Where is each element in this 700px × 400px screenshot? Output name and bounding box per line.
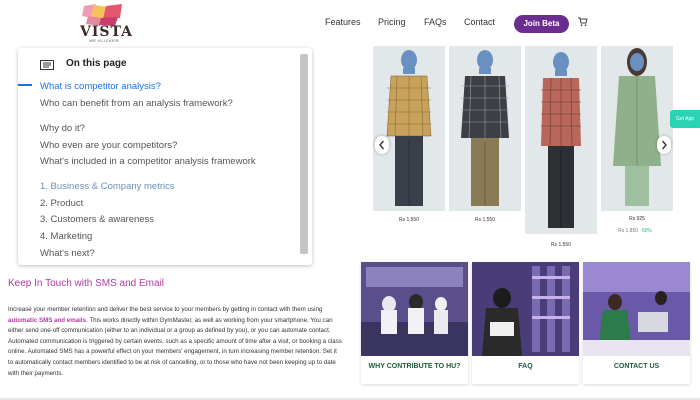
toc-item-marketing[interactable]: 4. Marketing [40, 232, 285, 242]
card-faq[interactable]: FAQ [472, 262, 579, 384]
nav-features[interactable]: Features [325, 17, 361, 27]
product-card[interactable] [525, 46, 597, 234]
old-price: Rs 1,850 [618, 228, 639, 234]
list-icon [40, 60, 54, 70]
product-price: Rs 1,550 [550, 242, 571, 248]
toc-item-product[interactable]: 2. Product [40, 199, 285, 209]
product-image [601, 46, 673, 211]
product-card[interactable] [449, 46, 521, 211]
product-price: Rs 925 [629, 216, 645, 222]
body-text: Increase your member retention and deliv… [8, 306, 323, 313]
site-header: VISTA WE KLICKER Features Pricing FAQs C… [0, 0, 700, 48]
product-price: Rs 1,550 [474, 217, 495, 223]
logo-subtext: WE KLICKER [89, 38, 119, 43]
toc-item-customers[interactable]: 3. Customers & awareness [40, 215, 285, 225]
toc-active-indicator [18, 84, 32, 86]
library-image [472, 262, 579, 356]
chevron-right-icon [661, 140, 667, 150]
vista-logo[interactable]: VISTA WE KLICKER [80, 4, 132, 44]
toc-item-whats-included[interactable]: What's included in a competitor analysis… [40, 157, 285, 167]
cart-icon[interactable] [578, 17, 588, 27]
toc-item-whats-next[interactable]: What's next? [40, 249, 285, 259]
toc-item-what-is[interactable]: What is competitor analysis? [40, 82, 285, 92]
lab-image [361, 262, 468, 356]
toc-scrollbar[interactable] [300, 54, 308, 254]
product-price: Rs 1,550 [398, 217, 419, 223]
toc-item-competitors[interactable]: Who even are your competitors? [40, 141, 285, 151]
office-image [583, 262, 690, 356]
section-body: Increase your member retention and deliv… [8, 305, 343, 379]
product-image [449, 46, 521, 211]
card-label: WHY CONTRIBUTE TO HU? [368, 363, 461, 370]
card-label: FAQ [518, 363, 533, 370]
card-contact-us[interactable]: CONTACT US [583, 262, 690, 384]
toc-item-why[interactable]: Why do it? [40, 124, 285, 134]
carousel-next-button[interactable] [657, 136, 671, 154]
product-image [373, 46, 445, 211]
get-app-tab[interactable]: Get App [670, 110, 700, 128]
chevron-left-icon [379, 140, 385, 150]
card-why-contribute[interactable]: WHY CONTRIBUTE TO HU? [361, 262, 468, 384]
toc-title: On this page [66, 58, 127, 69]
join-beta-button[interactable]: Join Beta [514, 15, 569, 33]
product-image [525, 46, 597, 234]
card-label: CONTACT US [613, 363, 660, 370]
section-title: Keep In Touch with SMS and Email [8, 278, 165, 289]
toc-item-who-can-benefit[interactable]: Who can benefit from an analysis framewo… [40, 99, 285, 109]
toc-item-business[interactable]: 1. Business & Company metrics [40, 182, 285, 192]
carousel-prev-button[interactable] [375, 136, 389, 154]
product-card[interactable] [373, 46, 445, 211]
nav-pricing[interactable]: Pricing [378, 17, 406, 27]
highlight-link[interactable]: automatic SMS and emails [8, 317, 86, 324]
logo-mark-icon [82, 4, 122, 26]
product-card[interactable] [601, 46, 673, 211]
nav-faqs[interactable]: FAQs [424, 17, 447, 27]
toc-panel: On this page What is competitor analysis… [18, 48, 312, 265]
nav-contact[interactable]: Contact [464, 17, 495, 27]
discount-badge: -50% [640, 228, 652, 234]
body-text: . This works directly within GymMaster, … [8, 316, 342, 377]
